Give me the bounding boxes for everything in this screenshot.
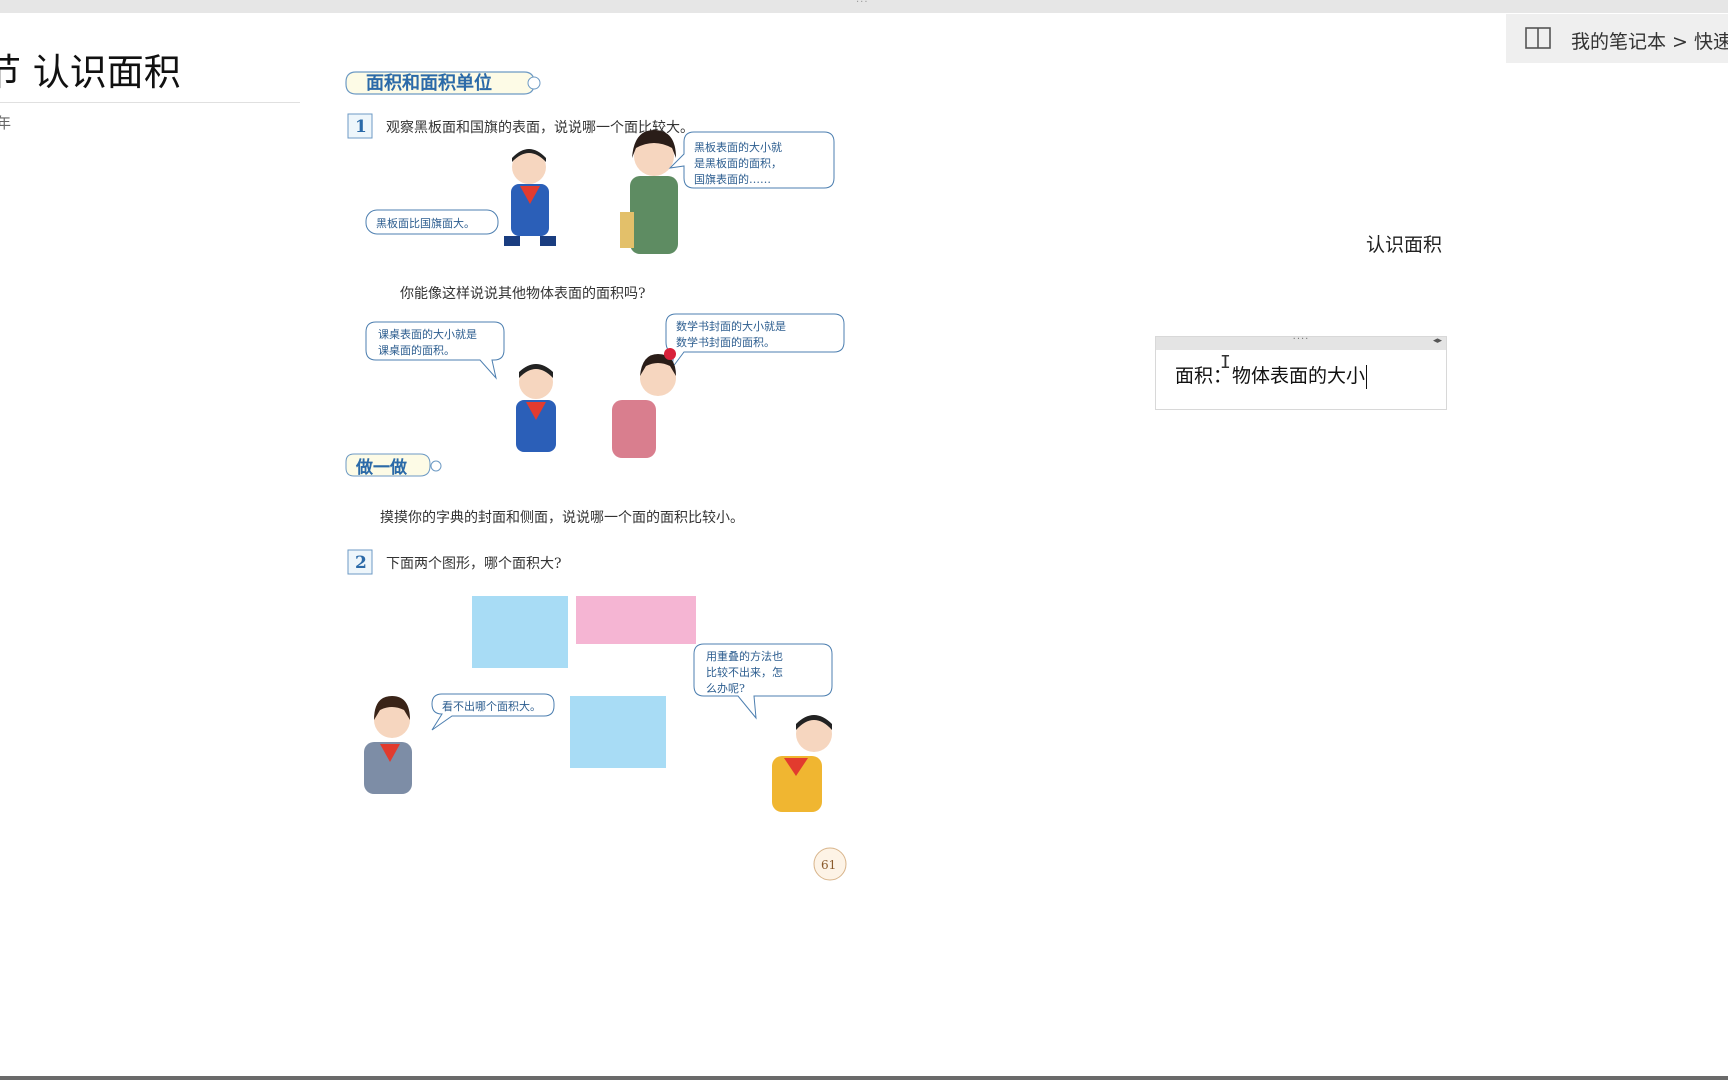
window-top-bar: ···	[0, 0, 1728, 13]
drag-handle-icon[interactable]: ···	[856, 0, 869, 8]
svg-text:课桌表面的大小就是: 课桌表面的大小就是	[378, 327, 477, 341]
speech-bubble-boy-2: 课桌表面的大小就是 课桌面的面积。	[365, 321, 505, 380]
text-caret	[1366, 364, 1368, 389]
svg-text:用重叠的方法也: 用重叠的方法也	[706, 649, 783, 663]
boy-illustration-2	[516, 364, 556, 452]
svg-text:黑板面比国旗面大。: 黑板面比国旗面大。	[376, 216, 475, 230]
q2-text: 下面两个图形，哪个面积大?	[386, 556, 562, 572]
svg-text:黑板表面的大小就: 黑板表面的大小就	[694, 140, 782, 154]
notebook-icon	[1525, 27, 1551, 49]
svg-text:课桌面的面积。: 课桌面的面积。	[378, 343, 455, 357]
svg-text:国旗表面的……: 国旗表面的……	[694, 172, 771, 186]
note-container[interactable]: ···· ◂▸ 面积：物体表面的大小	[1155, 334, 1447, 410]
blue-square	[472, 596, 568, 668]
speech-bubble-teacher: 黑板表面的大小就 是黑板面的面积， 国旗表面的……	[668, 131, 835, 189]
svg-text:数学书封面的大小就是: 数学书封面的大小就是	[676, 319, 786, 333]
section-header: 面积和面积单位	[345, 71, 541, 95]
outline-text[interactable]: 认识面积	[1366, 230, 1442, 257]
breadcrumb-text[interactable]: 我的笔记本 > 快速	[1571, 27, 1728, 54]
svg-text:么办呢?: 么办呢?	[706, 682, 745, 695]
speech-bubble-girl-2: 看不出哪个面积大。	[431, 693, 555, 731]
note-drag-handle[interactable]: ···· ◂▸	[1156, 334, 1446, 350]
prompt-text: 你能像这样说说其他物体表面的面积吗?	[400, 285, 646, 302]
svg-text:是黑板面的面积，: 是黑板面的面积，	[694, 156, 782, 170]
section-title: 面积和面积单位	[366, 72, 492, 94]
notebook-breadcrumb[interactable]: 我的笔记本 > 快速	[1506, 14, 1728, 63]
title-divider	[0, 102, 300, 103]
pink-rectangle	[576, 596, 696, 644]
svg-text:比较不出来，怎: 比较不出来，怎	[706, 665, 783, 679]
blue-square-overlap	[570, 696, 666, 768]
do-title: 做一做	[355, 457, 408, 478]
resize-arrows-icon[interactable]: ◂▸	[1433, 336, 1442, 346]
page-title[interactable]: 节 认识面积	[0, 42, 181, 96]
boy-illustration-1	[504, 149, 556, 246]
ibeam-cursor-icon: I	[1220, 352, 1231, 373]
page-number: 61	[821, 858, 836, 872]
page-date: 年	[0, 114, 12, 132]
teacher-illustration	[620, 130, 678, 254]
textbook-page-image: 面积和面积单位 1 观察黑板面和国旗的表面，说说哪一个面比较大。 黑板面比国旗面…	[344, 62, 864, 892]
speech-bubble-girl-1: 数学书封面的大小就是 数学书封面的面积。	[665, 313, 845, 370]
drag-dots-icon[interactable]: ····	[1156, 334, 1446, 345]
q1-number: 1	[355, 117, 367, 137]
svg-text:数学书封面的面积。: 数学书封面的面积。	[676, 335, 775, 349]
girl-illustration-1	[612, 348, 676, 458]
q2-number: 2	[355, 553, 367, 573]
note-text-field[interactable]: 面积：物体表面的大小	[1175, 361, 1368, 389]
window-bottom-bar	[0, 1076, 1728, 1080]
svg-text:看不出哪个面积大。: 看不出哪个面积大。	[442, 699, 541, 713]
girl-illustration-2	[364, 696, 412, 794]
speech-bubble-boy-3: 用重叠的方法也 比较不出来，怎 么办呢?	[693, 643, 833, 720]
boy-illustration-3	[772, 715, 832, 812]
do-text: 摸摸你的字典的封面和侧面，说说哪一个面的面积比较小。	[380, 510, 744, 526]
speech-bubble-boy-1: 黑板面比国旗面大。	[365, 209, 499, 235]
do-section-header: 做一做	[345, 453, 442, 478]
note-text[interactable]: 面积：物体表面的大小	[1175, 365, 1365, 387]
